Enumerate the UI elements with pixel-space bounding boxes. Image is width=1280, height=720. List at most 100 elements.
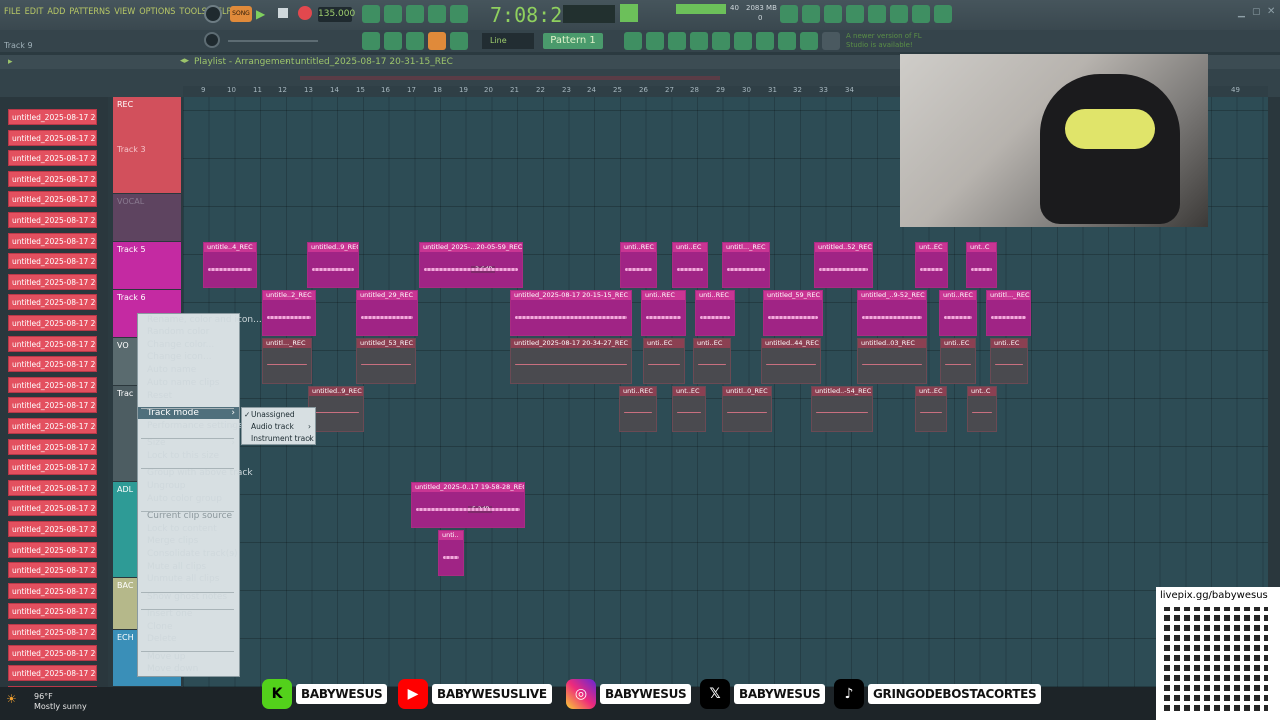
audio-clip[interactable]: untitled..44_REC	[761, 338, 821, 384]
menu-item-ungroup[interactable]: Ungroup	[138, 480, 239, 492]
menu-item-lock-to-size[interactable]: Lock to this size	[138, 450, 239, 462]
arrow-icon[interactable]	[384, 32, 402, 50]
maximize-icon[interactable]: ▢	[1252, 7, 1261, 17]
browser-item[interactable]: untitled_2025-08-17 20-	[8, 582, 97, 599]
chat-icon[interactable]	[912, 5, 930, 23]
browser-item[interactable]: untitled_2025-08-17 20-	[8, 459, 97, 476]
audio-clip[interactable]: unti..REC	[620, 242, 657, 288]
browser-item[interactable]: untitled_2025-08-17 20-	[8, 356, 97, 373]
audio-clip[interactable]: untitled..52_REC	[814, 242, 873, 288]
audio-clip[interactable]: unt..EC	[915, 242, 948, 288]
menu-file[interactable]: FILE	[4, 7, 21, 17]
browser-item[interactable]: untitled_2025-08-17 20-	[8, 665, 97, 682]
audio-clip[interactable]: untitled_..9-52_REC	[857, 290, 927, 336]
play-icon[interactable]: ▶	[256, 6, 270, 22]
weather-widget[interactable]: 96°F Mostly sunny	[34, 692, 87, 712]
audio-clip[interactable]: untitl..0_REC	[722, 386, 772, 432]
browser-item[interactable]: untitled_2025-08-17 20-	[8, 212, 97, 228]
close-icon[interactable]: ✕	[1267, 6, 1275, 17]
menu-item-consolidate-tracks[interactable]: Consolidate track(s) ›	[138, 548, 239, 560]
channel-rack-icon[interactable]	[646, 32, 664, 50]
audio-clip[interactable]: untitled..-54_REC	[811, 386, 873, 432]
browser-item[interactable]: untitled_2025-08-17 20-	[8, 335, 97, 352]
piano-roll-icon[interactable]	[362, 32, 380, 50]
download-icon[interactable]	[934, 5, 952, 23]
typing-keyboard-icon[interactable]	[406, 32, 424, 50]
menu-item-unmute-all-clips[interactable]: Unmute all clips	[138, 573, 239, 585]
browser-item[interactable]: untitled_2025-08-17 20-	[8, 129, 97, 146]
audio-clip[interactable]: unti..EC	[990, 338, 1028, 384]
menu-item-lock-to-content[interactable]: Lock to content	[138, 523, 239, 535]
menu-item-move-up[interactable]: Move up	[138, 651, 239, 663]
audio-clip[interactable]: unti..REC	[619, 386, 657, 432]
tools-icon[interactable]	[802, 5, 820, 23]
audio-clip[interactable]: unti..REC	[695, 290, 735, 336]
pattern-selector[interactable]: Pattern 1	[543, 33, 603, 49]
audio-clip[interactable]: untitled_59_REC	[763, 290, 823, 336]
cloud-icon[interactable]	[800, 32, 818, 50]
audio-clip[interactable]: unti..EC	[693, 338, 731, 384]
browser-item[interactable]: untitled_2025-08-17 20-	[8, 191, 97, 208]
audio-clip[interactable]: untitle..4_REC	[203, 242, 257, 288]
menu-item-delete[interactable]: Delete	[138, 633, 239, 645]
step-edit-icon[interactable]	[428, 5, 446, 23]
menu-item-move-down[interactable]: Move down	[138, 663, 239, 675]
menu-item-auto-color-group[interactable]: Auto color group	[138, 493, 239, 505]
track-header-vocal[interactable]: VOCAL	[113, 194, 181, 242]
tempo-display[interactable]: 135.000	[318, 7, 355, 22]
audio-clip[interactable]: untitled_29_REC	[356, 290, 418, 336]
audio-clip[interactable]: unti..REC	[641, 290, 686, 336]
browser-item[interactable]: untitled_2025-08-17 20-	[8, 479, 97, 496]
browser-item[interactable]: untitled_2025-08-17 20-	[8, 521, 97, 537]
menu-item-auto-name-clips[interactable]: Auto name clips	[138, 377, 239, 389]
audio-clip[interactable]: untitled_2025-08-17 20-34-27_REC	[510, 338, 632, 384]
audio-clip[interactable]: unt..EC	[915, 386, 947, 432]
link-icon[interactable]	[428, 32, 446, 50]
audio-clip[interactable]: untitled..9_REC	[307, 242, 359, 288]
browser-item[interactable]: untitled_2025-08-17 20-	[8, 644, 97, 661]
plugin-picker-icon[interactable]	[734, 32, 752, 50]
track-mode-instrument[interactable]: Instrument track ›	[242, 433, 315, 445]
mic-icon[interactable]	[824, 5, 842, 23]
browser-item[interactable]: untitled_2025-08-17 20-	[8, 232, 97, 249]
power-icon[interactable]	[780, 5, 798, 23]
mixer-view-icon[interactable]	[668, 32, 686, 50]
track-mode-audio[interactable]: Audio track ›	[242, 421, 315, 433]
menu-item-rename[interactable]: Rename, color and icon...	[138, 314, 262, 326]
browser-item[interactable]: untitled_2025-08-17 20-	[8, 562, 97, 579]
snap-icon[interactable]	[450, 32, 468, 50]
audio-clip[interactable]: untitl..._REC	[986, 290, 1031, 336]
menu-item-reset[interactable]: Reset	[138, 390, 239, 402]
audio-clip[interactable]: unt..EC	[672, 386, 706, 432]
menu-view[interactable]: VIEW	[114, 7, 135, 17]
wait-record-icon[interactable]	[384, 5, 402, 23]
mixer-icon[interactable]	[890, 5, 908, 23]
browser-item[interactable]: untitled_2025-08-17 20-	[8, 109, 97, 125]
audio-clip[interactable]: untitl..._REC	[722, 242, 770, 288]
pitch-slider[interactable]	[228, 40, 318, 42]
menu-item-merge-clips[interactable]: Merge clips	[138, 535, 239, 547]
countdown-icon[interactable]	[406, 5, 424, 23]
overview-scrollbar[interactable]	[300, 76, 720, 80]
browser-item[interactable]: untitled_2025-08-17 20-	[8, 253, 97, 270]
audio-clip[interactable]: unti..EC	[643, 338, 685, 384]
browser-item[interactable]: untitled_2025-08-17 20-	[8, 500, 97, 517]
audio-clip[interactable]: untitled..9_REC	[308, 386, 364, 432]
menu-item-auto-name[interactable]: Auto name	[138, 364, 239, 376]
audio-clip[interactable]: unti..EC	[672, 242, 708, 288]
touch-keyboard-icon[interactable]	[756, 32, 774, 50]
save-icon[interactable]	[868, 5, 886, 23]
audio-clip[interactable]: unt..C	[967, 386, 997, 432]
stop-icon[interactable]	[278, 8, 288, 18]
menu-item-clone[interactable]: Clone	[138, 621, 239, 633]
browser-item[interactable]: untitled_2025-08-17 20-	[8, 376, 97, 393]
master-volume-knob[interactable]	[204, 5, 222, 23]
audio-clip[interactable]: unti..	[438, 530, 464, 576]
audio-clip[interactable]: unti..REC	[939, 290, 977, 336]
playlist-options-arrow-icon[interactable]: ▸	[8, 57, 13, 67]
metronome-icon[interactable]	[362, 5, 380, 23]
update-notice[interactable]: A newer version of FL Studio is availabl…	[846, 32, 936, 52]
piano-roll-view-icon[interactable]	[690, 32, 708, 50]
menu-item-performance-settings[interactable]: Performance settings ›	[138, 420, 243, 432]
browser-item[interactable]: untitled_2025-08-17 20-	[8, 397, 97, 414]
